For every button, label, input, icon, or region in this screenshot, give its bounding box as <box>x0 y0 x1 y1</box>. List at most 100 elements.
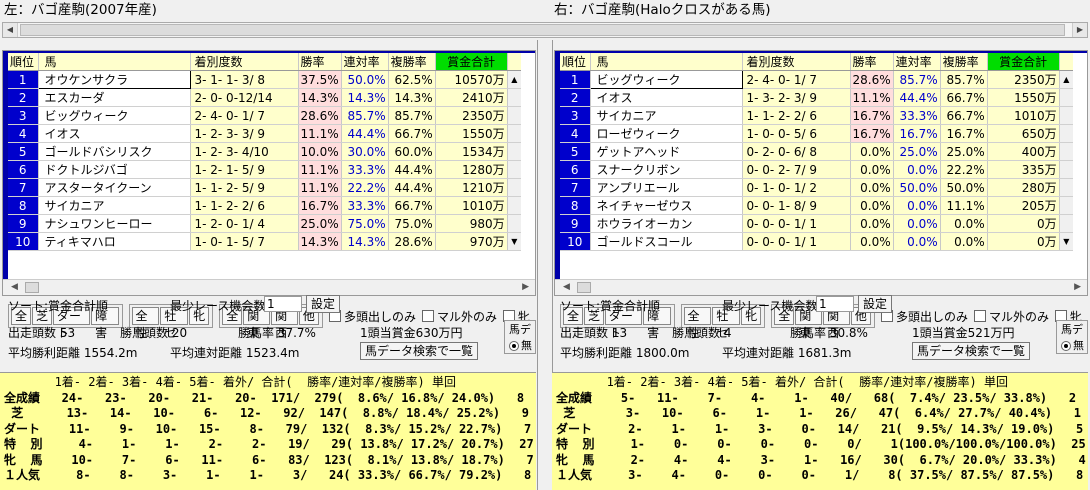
grid-scroll-down-icon[interactable]: ▼ <box>1059 232 1074 251</box>
grid-hscrollbar[interactable]: ◀ ▶ <box>555 279 1087 295</box>
sex-filter-button[interactable]: 全性 <box>683 307 712 340</box>
horse-data-search-button[interactable]: 馬データ検索で一覧 <box>912 342 1031 360</box>
win-rate-cell: 16.7% <box>850 124 894 143</box>
table-row[interactable]: 1 ビッグウィーク 2- 4- 0- 1/ 7 28.6% 85.7% 85.7% 2350… <box>560 70 1074 89</box>
grid-scroll-left-icon[interactable]: ◀ <box>11 282 18 292</box>
table-row[interactable]: 10 ティキマハロ 1- 0- 1- 5/ 7 14.3% 14.3% 28.6% 970万… <box>8 232 522 251</box>
grid-scroll-up-icon[interactable]: ▲ <box>1059 70 1074 89</box>
table-row[interactable]: 9 ナシュワンヒーロー 1- 2- 0- 1/ 4 25.0% 75.0% 75.0% 98… <box>8 214 522 233</box>
rank-cell: 8 <box>560 196 591 215</box>
table-row[interactable]: 7 アスタータイクーン 1- 1- 2- 5/ 9 11.1% 22.2% 44.4% 12… <box>8 178 522 197</box>
set-button[interactable]: 設定 <box>306 295 341 313</box>
table-row[interactable]: 6 スナークリボン 0- 0- 2- 7/ 9 0.0% 0.0% 22.2% 335万 <box>560 160 1074 179</box>
grid-scroll-right-icon[interactable]: ▶ <box>1074 282 1081 292</box>
col-header-rank[interactable]: 順位 <box>8 53 39 71</box>
pane-splitter[interactable] <box>537 40 553 490</box>
col-header-top2-rate[interactable]: 連対率 <box>341 53 389 71</box>
col-header-prize-total[interactable]: 賞金合計 <box>987 53 1060 71</box>
grid-vscroll-track[interactable] <box>1059 214 1074 233</box>
stats-rows: 全成績 5- 11- 7- 4- 1- 40/ 68( 7.4%/ 23.5%/… <box>556 391 1086 483</box>
grid-vscroll-track[interactable] <box>507 196 522 215</box>
min-races-label: 最少レース機会数 <box>722 299 818 313</box>
col-header-prize-total[interactable]: 賞金合計 <box>435 53 508 71</box>
grid-vscroll-track[interactable] <box>1059 106 1074 125</box>
checkbox-box[interactable] <box>421 310 434 322</box>
horse-name-cell: イオス <box>590 88 743 107</box>
record-cell: 1- 2- 3- 4/10 <box>190 142 299 161</box>
scroll-left-icon[interactable]: ◀ <box>3 23 17 37</box>
radio-none[interactable]: 無 <box>505 337 535 353</box>
table-row[interactable]: 6 ドクトルジバゴ 1- 2- 1- 5/ 9 11.1% 33.3% 44.4% 1280… <box>8 160 522 179</box>
grid-vscroll-track[interactable] <box>507 214 522 233</box>
ranking-grid[interactable]: 順位 馬 着別度数 勝率 連対率 複勝率 賞金合計 1 ビッグウィーク 2- 4- … <box>554 50 1088 296</box>
grid-hscrollbar[interactable]: ◀ ▶ <box>3 279 535 295</box>
col-header-top3-rate[interactable]: 複勝率 <box>388 53 436 71</box>
grid-scroll-down-icon[interactable]: ▼ <box>507 232 522 251</box>
col-header-top3-rate[interactable]: 複勝率 <box>940 53 988 71</box>
set-button[interactable]: 設定 <box>858 295 893 313</box>
table-row[interactable]: 3 ビッグウィーク 2- 4- 0- 1/ 7 28.6% 85.7% 85.7% 2350… <box>8 106 522 125</box>
record-cell: 0- 1- 0- 1/ 2 <box>742 178 851 197</box>
stats-row: 特 別 1- 0- 0- 0- 0- 0/ 1(100.0%/100.0%/10… <box>556 437 1086 451</box>
grid-vscroll-track[interactable] <box>1059 178 1074 197</box>
table-row[interactable]: 2 イオス 1- 3- 2- 3/ 9 11.1% 44.4% 66.7% 1550万 <box>560 88 1074 107</box>
table-row[interactable]: 10 ゴールドスコール 0- 0- 0- 1/ 1 0.0% 0.0% 0.0% 0万 ▼ <box>560 232 1074 251</box>
multi-entry-checkbox[interactable]: 多頭出しのみ <box>880 308 968 325</box>
foreign-only-checkbox[interactable]: マル外のみ <box>973 308 1049 325</box>
table-row[interactable]: 4 ローゼウィーク 1- 0- 0- 5/ 6 16.7% 16.7% 16.7% 650万 <box>560 124 1074 143</box>
col-header-record[interactable]: 着別度数 <box>742 53 851 71</box>
grid-vscroll-track[interactable] <box>507 142 522 161</box>
table-row[interactable]: 5 ゲットアヘッド 0- 2- 0- 6/ 8 0.0% 25.0% 25.0% 400万 <box>560 142 1074 161</box>
grid-vscroll-track[interactable] <box>507 88 522 107</box>
win-rate-cell: 0.0% <box>850 178 894 197</box>
table-row[interactable]: 5 ゴールドバシリスク 1- 2- 3- 4/10 10.0% 30.0% 60.0% 15… <box>8 142 522 161</box>
grid-scroll-thumb[interactable] <box>577 282 591 293</box>
radio-dot-icon[interactable] <box>1061 341 1071 351</box>
avg-win-distance: 平均勝利距離 1554.2m <box>8 346 138 360</box>
table-row[interactable]: 8 サイカニア 1- 1- 2- 2/ 6 16.7% 33.3% 66.7% 1010万 <box>8 196 522 215</box>
prize-total-cell: 10570万 <box>435 70 508 89</box>
table-row[interactable]: 8 ネイチャーゼウス 0- 0- 1- 8/ 9 0.0% 0.0% 11.1% 205万 <box>560 196 1074 215</box>
horse-data-search-button[interactable]: 馬データ検索で一覧 <box>360 342 479 360</box>
grid-scroll-left-icon[interactable]: ◀ <box>563 282 570 292</box>
radio-none[interactable]: 無 <box>1057 337 1087 353</box>
multi-entry-checkbox[interactable]: 多頭出しのみ <box>328 308 416 325</box>
horse-name-cell: ゲットアヘッド <box>590 142 743 161</box>
grid-vscroll-track[interactable] <box>1059 88 1074 107</box>
radio-dot-icon[interactable] <box>509 341 519 351</box>
col-header-rank[interactable]: 順位 <box>560 53 591 71</box>
table-row[interactable]: 9 ホウライオーカン 0- 0- 0- 1/ 1 0.0% 0.0% 0.0% 0万 <box>560 214 1074 233</box>
table-row[interactable]: 7 アンプリエール 0- 1- 0- 1/ 2 0.0% 50.0% 50.0% 280万 <box>560 178 1074 197</box>
col-header-record[interactable]: 着別度数 <box>190 53 299 71</box>
top3-rate-cell: 85.7% <box>940 70 988 89</box>
min-races-input[interactable]: 1 <box>264 296 302 312</box>
min-races-input[interactable]: 1 <box>816 296 854 312</box>
grid-vscroll-track[interactable] <box>507 160 522 179</box>
col-header-win-rate[interactable]: 勝率 <box>298 53 342 71</box>
scroll-right-icon[interactable]: ▶ <box>1073 23 1087 37</box>
table-row[interactable]: 2 エスカーダ 2- 0- 0-12/14 14.3% 14.3% 14.3% 2410万 <box>8 88 522 107</box>
top-horizontal-scrollbar[interactable]: ◀ ▶ <box>2 22 1088 38</box>
sex-filter-button[interactable]: 全性 <box>131 307 160 340</box>
col-header-horse[interactable]: 馬 <box>590 53 743 71</box>
col-header-horse[interactable]: 馬 <box>38 53 191 71</box>
table-row[interactable]: 1 オウケンサクラ 3- 1- 1- 3/ 8 37.5% 50.0% 62.5% 1057… <box>8 70 522 89</box>
col-header-top2-rate[interactable]: 連対率 <box>893 53 941 71</box>
grid-scroll-right-icon[interactable]: ▶ <box>522 282 529 292</box>
table-row[interactable]: 3 サイカニア 1- 1- 2- 2/ 6 16.7% 33.3% 66.7% 1010万 <box>560 106 1074 125</box>
grid-vscroll-track[interactable] <box>507 178 522 197</box>
col-header-win-rate[interactable]: 勝率 <box>850 53 894 71</box>
grid-vscroll-track[interactable] <box>507 106 522 125</box>
table-row[interactable]: 4 イオス 1- 2- 3- 3/ 9 11.1% 44.4% 66.7% 1550万 <box>8 124 522 143</box>
grid-scroll-thumb[interactable] <box>25 282 39 293</box>
grid-vscroll-track[interactable] <box>1059 160 1074 179</box>
grid-vscroll-track[interactable] <box>507 124 522 143</box>
scroll-thumb[interactable] <box>20 24 1065 36</box>
foreign-only-checkbox[interactable]: マル外のみ <box>421 308 497 325</box>
grid-vscroll-track[interactable] <box>1059 196 1074 215</box>
grid-vscroll-track[interactable] <box>1059 124 1074 143</box>
checkbox-box[interactable] <box>973 310 986 322</box>
grid-scroll-up-icon[interactable]: ▲ <box>507 70 522 89</box>
ranking-grid[interactable]: 順位 馬 着別度数 勝率 連対率 複勝率 賞金合計 1 オウケンサクラ 3- 1- … <box>2 50 536 296</box>
grid-vscroll-track[interactable] <box>1059 142 1074 161</box>
